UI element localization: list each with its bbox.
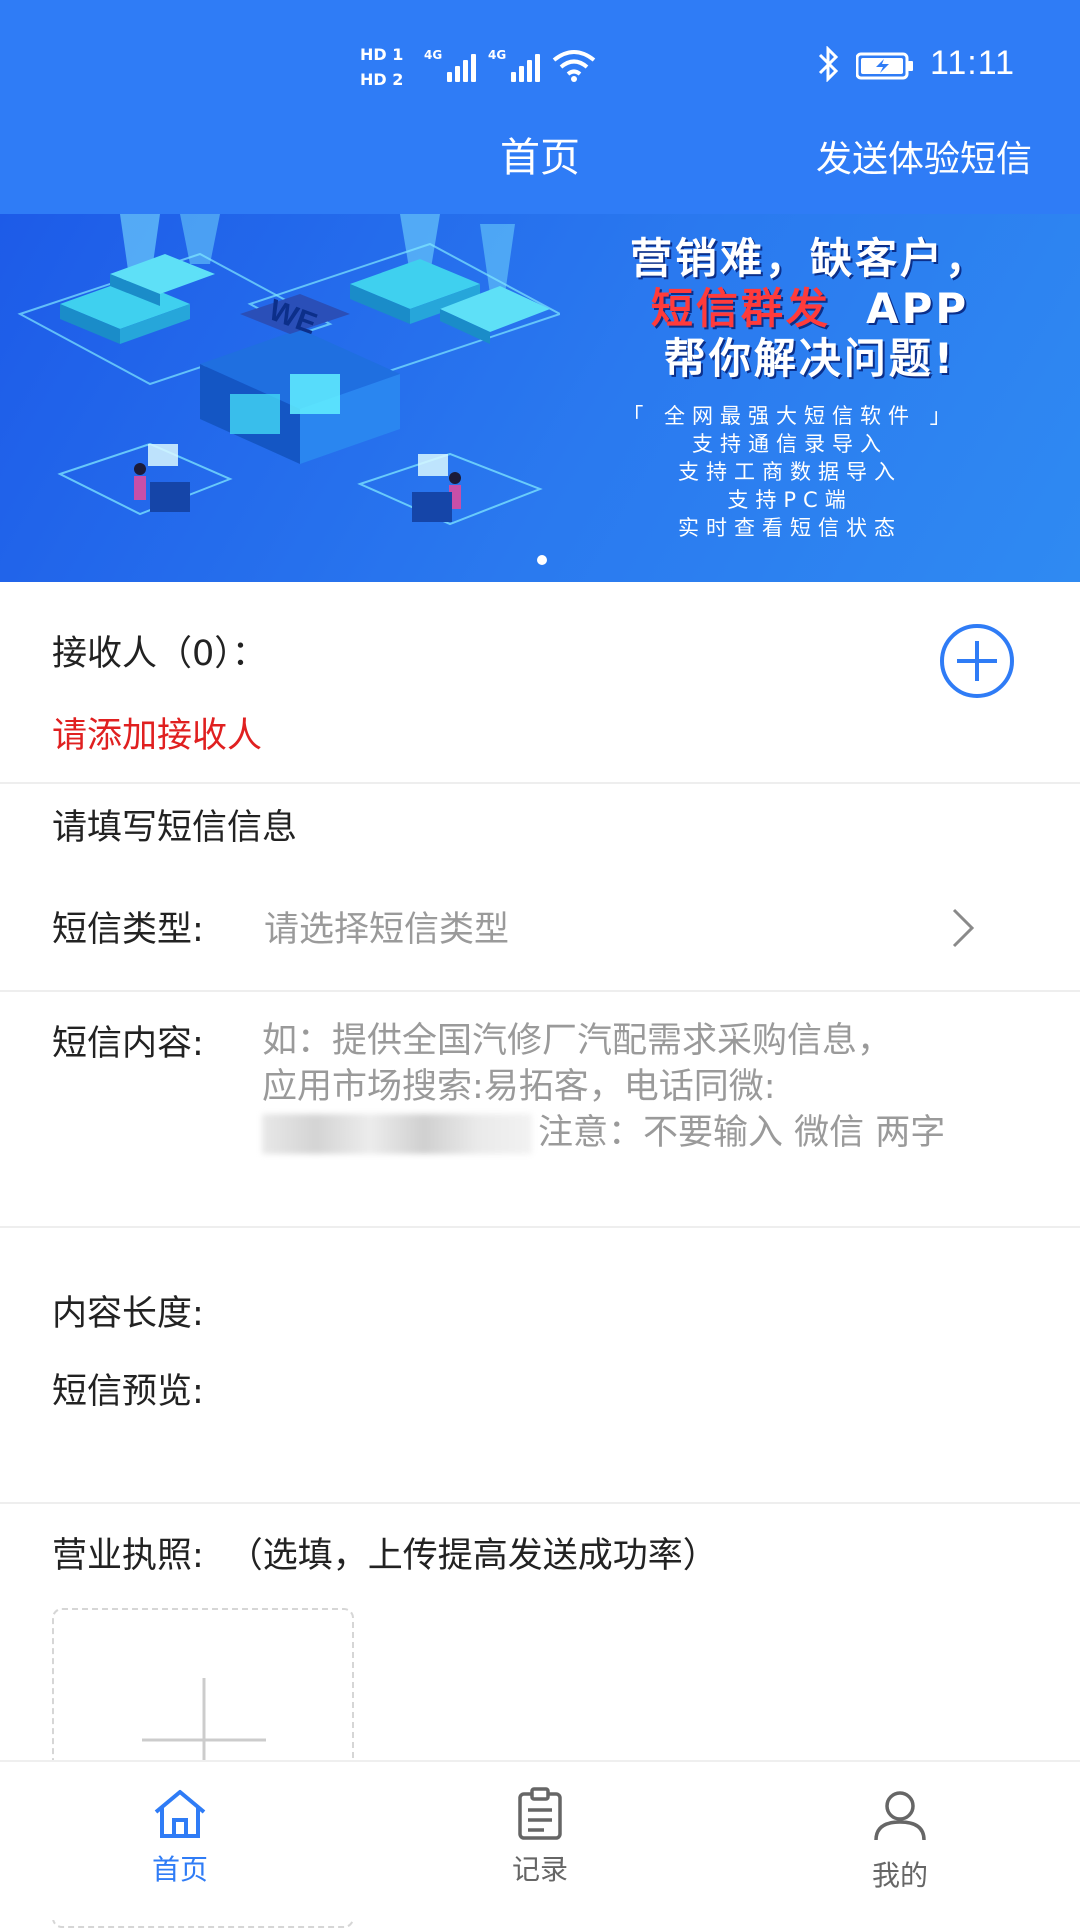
sms-content-placeholder-line1: 如：提供全国汽修厂汽配需求采购信息， xyxy=(262,1021,893,1061)
banner-headline-app: APP xyxy=(866,284,970,333)
network1-label: 4G xyxy=(424,48,443,62)
tab-records[interactable]: 记录 xyxy=(460,1762,620,1922)
banner-features: 「 全网最强大短信软件 」 支持通信录导入 支持工商数据导入 支持PC端 实时查… xyxy=(560,402,1020,542)
signal-icon-2: 4G xyxy=(488,48,541,82)
banner-headline: 营销难，缺客户， 短信群发 APP 帮你解决问题! xyxy=(560,234,1060,384)
sms-type-placeholder: 请选择短信类型 xyxy=(264,910,510,950)
network2-label: 4G xyxy=(488,48,507,62)
sms-info-section-title: 请填写短信信息 xyxy=(52,808,298,848)
content-length-label: 内容长度: xyxy=(52,1294,204,1334)
send-trial-sms-button[interactable]: 发送体验短信 xyxy=(816,134,1032,186)
tab-mine[interactable]: 我的 xyxy=(820,1762,980,1922)
banner-headline-red: 短信群发 xyxy=(650,284,831,333)
server-illustration: WE xyxy=(17,214,560,526)
carousel-indicator-dot[interactable] xyxy=(537,555,547,565)
tab-home[interactable]: 首页 xyxy=(100,1762,260,1922)
recipients-label: 接收人（0）： xyxy=(52,634,267,674)
divider xyxy=(0,782,1080,784)
banner-feature: 支持通信录导入 xyxy=(692,432,888,456)
promo-banner[interactable]: WE 营销难，缺客户， 短信群发 APP 帮你解决问题! 「 全网最强大短信软件… xyxy=(0,214,1080,582)
add-recipient-warning: 请添加接收人 xyxy=(52,716,263,756)
license-label-text: 营业执照: xyxy=(52,1536,204,1576)
divider xyxy=(0,1502,1080,1504)
sms-content-label: 短信内容: xyxy=(52,1024,204,1064)
banner-headline-line1: 营销难，缺客户， xyxy=(629,234,990,283)
sms-content-input[interactable]: 如：提供全国汽修厂汽配需求采购信息， 应用市场搜索:易拓客，电话同微: 注意：不… xyxy=(262,1018,1042,1156)
sms-type-label: 短信类型: xyxy=(52,910,204,950)
bluetooth-icon xyxy=(818,46,839,82)
divider xyxy=(0,1226,1080,1228)
banner-feature: 「 全网最强大短信软件 」 xyxy=(622,404,958,428)
clipboard-icon xyxy=(518,1787,562,1840)
tab-records-label: 记录 xyxy=(511,1853,568,1886)
hd1-label: HD 1 xyxy=(360,45,404,64)
banner-headline-line3: 帮你解决问题! xyxy=(663,334,957,383)
divider xyxy=(0,990,1080,992)
banner-feature: 支持工商数据导入 xyxy=(678,460,902,484)
tab-mine-label: 我的 xyxy=(871,1859,928,1892)
sms-preview-label: 短信预览: xyxy=(52,1372,204,1412)
home-icon xyxy=(154,1790,206,1838)
license-label: 营业执照: （选填，上传提高发送成功率） xyxy=(52,1532,718,1580)
banner-feature: 实时查看短信状态 xyxy=(678,516,902,540)
banner-feature: 支持PC端 xyxy=(727,488,853,512)
app-header: HD 1 HD 2 4G 4G 11:11 首页 发送体验短信 xyxy=(0,0,1080,214)
user-icon xyxy=(874,1791,926,1841)
signal-icon: 4G xyxy=(424,48,477,82)
status-bar: HD 1 HD 2 4G 4G 11:11 xyxy=(0,0,1080,120)
add-recipient-icon[interactable] xyxy=(938,622,1016,700)
hd-indicator: HD 1 HD 2 xyxy=(360,42,410,92)
sms-content-placeholder-line3: 注意：不要输入 微信 两字 xyxy=(538,1113,946,1153)
wifi-icon xyxy=(552,50,596,82)
bottom-tab-bar: 首页 记录 我的 xyxy=(0,1760,1080,1920)
license-hint: （选填，上传提高发送成功率） xyxy=(227,1536,718,1576)
battery-icon xyxy=(856,52,913,80)
sms-content-placeholder-line2: 应用市场搜索:易拓客，电话同微: xyxy=(262,1067,776,1107)
banner-headline-line2: 短信群发 APP xyxy=(560,284,1060,334)
blurred-phone-number xyxy=(262,1114,532,1154)
chevron-right-icon xyxy=(952,908,975,948)
hd2-label: HD 2 xyxy=(360,70,404,89)
sms-content-placeholder-line3-wrap: 注意：不要输入 微信 两字 xyxy=(262,1110,1042,1156)
clock: 11:11 xyxy=(930,44,1016,82)
page-title: 首页 xyxy=(500,135,580,181)
tab-home-label: 首页 xyxy=(151,1853,208,1886)
